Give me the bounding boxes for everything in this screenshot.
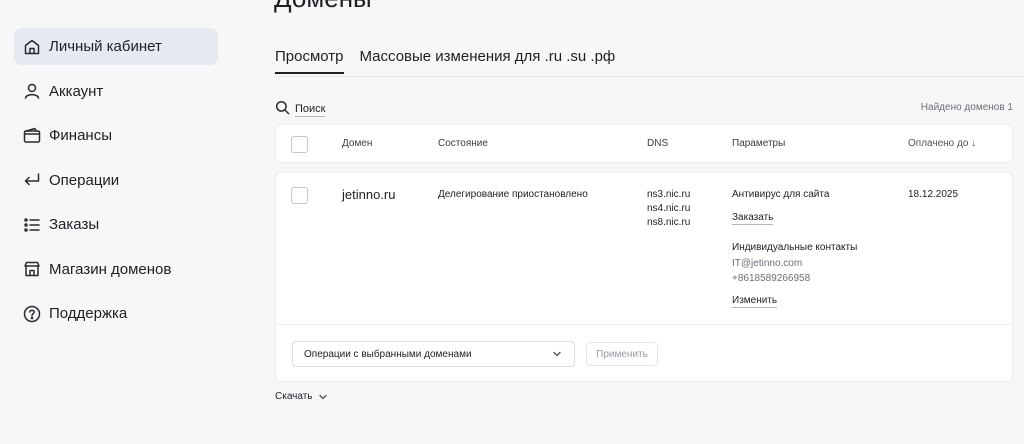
sidebar-item-orders[interactable]: Заказы	[14, 206, 218, 243]
sidebar-item-label: Операции	[49, 171, 120, 189]
tabs-divider	[275, 76, 1024, 77]
chevron-down-icon	[318, 392, 328, 402]
dns-server: ns4.nic.ru	[647, 203, 691, 214]
sidebar-item-label: Аккаунт	[49, 82, 104, 100]
tabs: Просмотр Массовые изменения для .ru .su …	[275, 48, 631, 74]
wallet-icon	[22, 126, 42, 146]
paid-until-date: 18.12.2025	[908, 189, 959, 200]
tab-view[interactable]: Просмотр	[275, 48, 344, 74]
sidebar-item-dashboard[interactable]: Личный кабинет	[14, 28, 218, 65]
sidebar-item-label: Магазин доменов	[49, 260, 172, 278]
chevron-down-icon	[552, 349, 562, 359]
sidebar-item-label: Личный кабинет	[49, 38, 162, 55]
bulk-operations-select[interactable]: Операции с выбранными доменами	[292, 341, 575, 367]
user-icon	[22, 81, 42, 101]
enter-arrow-icon	[22, 170, 42, 190]
column-header-params: Параметры	[732, 138, 786, 149]
sidebar-item-operations[interactable]: Операции	[14, 162, 218, 199]
column-header-status: Состояние	[438, 138, 488, 149]
column-header-paid-until[interactable]: Оплачено до ↓	[908, 138, 976, 149]
page-title: Домены	[274, 0, 372, 14]
help-icon	[22, 304, 42, 324]
edit-contacts-link[interactable]: Изменить	[732, 294, 778, 308]
home-icon	[22, 37, 42, 57]
column-header-domain: Домен	[342, 138, 373, 149]
tab-bulk-changes[interactable]: Массовые изменения для .ru .su .рф	[360, 48, 616, 74]
list-icon	[22, 215, 42, 235]
table-header: Домен Состояние DNS Параметры Оплачено д…	[275, 124, 1013, 163]
dns-server: ns3.nic.ru	[647, 189, 691, 200]
apply-button[interactable]: Применить	[586, 342, 658, 366]
search-label: Поиск	[295, 103, 326, 117]
row-checkbox[interactable]	[291, 187, 308, 204]
antivirus-label: Антивирус для сайта	[732, 189, 830, 200]
sidebar-item-domain-shop[interactable]: Магазин доменов	[14, 251, 218, 288]
search-button[interactable]: Поиск	[275, 100, 326, 120]
row-divider	[276, 324, 1012, 325]
bulk-operations-select-value: Операции с выбранными доменами	[304, 348, 472, 360]
contact-email: IT@jetinno.com	[732, 258, 803, 269]
column-header-dns: DNS	[647, 138, 669, 149]
found-count: Найдено доменов 1	[920, 102, 1013, 113]
sidebar-item-label: Поддержка	[49, 305, 128, 322]
search-icon	[275, 100, 290, 120]
sidebar-item-finance[interactable]: Финансы	[14, 117, 218, 154]
contacts-title: Индивидуальные контакты	[732, 242, 858, 253]
select-all-checkbox[interactable]	[291, 136, 308, 153]
sidebar: Личный кабинет Аккаунт Финансы Операции …	[14, 28, 218, 340]
order-antivirus-link[interactable]: Заказать	[732, 211, 774, 225]
sidebar-item-account[interactable]: Аккаунт	[14, 73, 218, 110]
sidebar-item-label: Финансы	[49, 127, 112, 144]
edit-contacts-link-wrap: Изменить	[732, 294, 778, 308]
sidebar-item-support[interactable]: Поддержка	[14, 295, 218, 332]
download-button[interactable]: Скачать	[275, 391, 328, 402]
order-antivirus-link-wrap: Заказать	[732, 211, 774, 225]
dns-server: ns8.nic.ru	[647, 217, 691, 228]
sidebar-item-label: Заказы	[49, 216, 100, 233]
domain-status: Делегирование приостановлено	[438, 189, 588, 200]
dns-list: ns3.nic.ru ns4.nic.ru ns8.nic.ru	[647, 188, 690, 230]
domains-table-body: jetinno.ru Делегирование приостановлено …	[275, 172, 1013, 382]
contact-phone: +8618589266958	[732, 273, 811, 284]
domain-name[interactable]: jetinno.ru	[342, 188, 395, 202]
shop-icon	[22, 259, 42, 279]
download-label: Скачать	[275, 391, 313, 402]
